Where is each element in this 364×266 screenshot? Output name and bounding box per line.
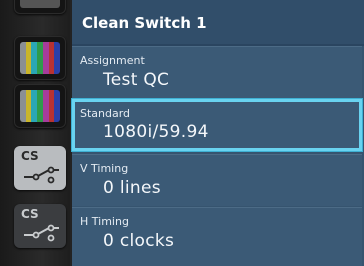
color-bars-icon (20, 90, 60, 122)
v-timing-field[interactable]: V Timing 0 lines (72, 154, 362, 206)
switch-icon (24, 166, 59, 184)
clean-switch-thumbnail-selected[interactable]: CS (14, 146, 66, 190)
source-strip[interactable]: CS CS (0, 0, 70, 266)
cs-label: CS (21, 149, 39, 163)
standard-field[interactable]: Standard 1080i/59.94 (72, 99, 362, 151)
field-label: H Timing (80, 215, 129, 228)
field-value: Test QC (103, 70, 170, 90)
settings-panel: Clean Switch 1 Assignment Test QC Standa… (72, 0, 364, 266)
field-value: 0 lines (103, 178, 161, 198)
field-label: Standard (80, 107, 131, 120)
source-thumbnail[interactable] (14, 0, 66, 14)
color-bars-icon (20, 0, 60, 8)
panel-title: Clean Switch 1 (82, 14, 207, 32)
field-value: 1080i/59.94 (103, 122, 209, 142)
h-timing-field[interactable]: H Timing 0 clocks (72, 207, 362, 266)
color-bars-icon (20, 42, 60, 74)
clean-switch-thumbnail[interactable]: CS (14, 204, 66, 248)
source-thumbnail[interactable] (14, 36, 66, 80)
source-thumbnail[interactable] (14, 84, 66, 128)
panel-header: Clean Switch 1 (72, 0, 364, 46)
clean-switch-screen: CS CS Clean Switch 1 Assignment Test QC … (0, 0, 364, 266)
cs-label: CS (21, 207, 39, 221)
field-value: 0 clocks (103, 231, 175, 251)
assignment-field[interactable]: Assignment Test QC (72, 46, 362, 98)
field-label: Assignment (80, 54, 145, 67)
switch-icon (24, 224, 59, 242)
field-label: V Timing (80, 162, 129, 175)
